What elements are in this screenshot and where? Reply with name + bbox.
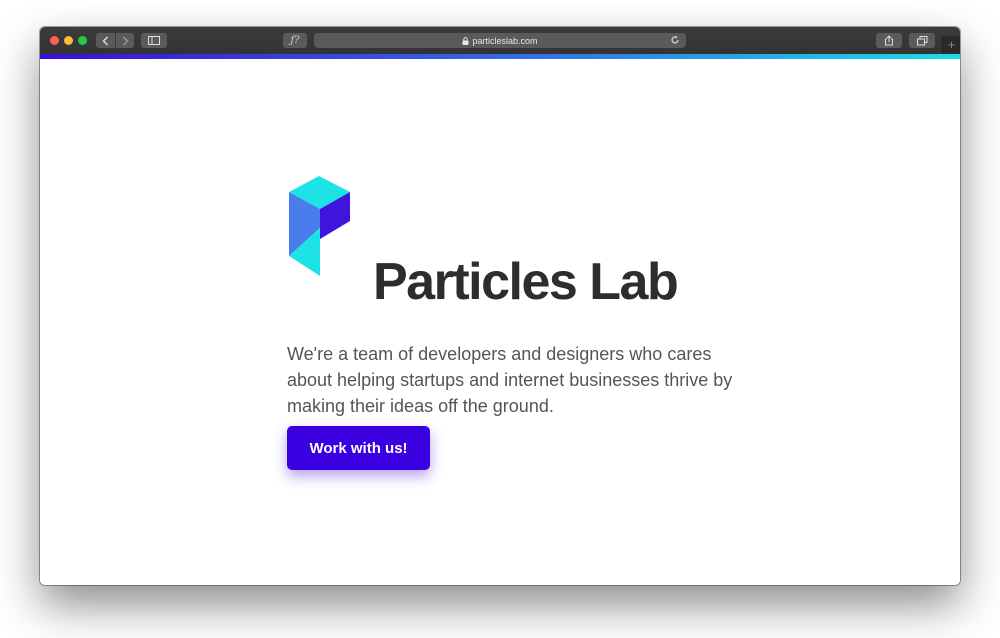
chevron-left-icon	[102, 36, 108, 45]
share-icon	[885, 35, 893, 46]
close-window-button[interactable]	[50, 36, 59, 45]
minimize-window-button[interactable]	[64, 36, 73, 45]
particles-lab-logo-icon	[289, 176, 350, 276]
address-bar[interactable]: particleslab.com	[314, 33, 686, 48]
browser-titlebar: ƒ? particleslab.com +	[40, 27, 960, 54]
brand-name: Particles Lab	[373, 253, 679, 311]
sidebar-icon	[148, 36, 160, 45]
browser-window: ƒ? particleslab.com + Particles Lab We'r…	[40, 27, 960, 585]
reader-button[interactable]: ƒ?	[283, 33, 307, 48]
tabs-overview-icon	[916, 35, 927, 45]
forward-button[interactable]	[115, 33, 134, 48]
sidebar-toggle-button[interactable]	[141, 33, 167, 48]
page-content: Particles Lab We're a team of developers…	[40, 59, 960, 585]
reload-icon[interactable]	[670, 35, 680, 45]
back-button[interactable]	[96, 33, 115, 48]
reader-label: ƒ?	[290, 35, 300, 46]
work-with-us-button[interactable]: Work with us!	[287, 426, 430, 470]
chevron-right-icon	[122, 36, 128, 45]
lock-icon	[462, 36, 469, 45]
tab-overview-button[interactable]	[909, 33, 935, 48]
url-text: particleslab.com	[472, 35, 538, 46]
new-tab-button[interactable]: +	[942, 36, 960, 54]
hero-tagline: We're a team of developers and designers…	[287, 344, 733, 416]
share-button[interactable]	[876, 33, 902, 48]
history-nav-group	[96, 33, 134, 48]
zoom-window-button[interactable]	[78, 36, 87, 45]
